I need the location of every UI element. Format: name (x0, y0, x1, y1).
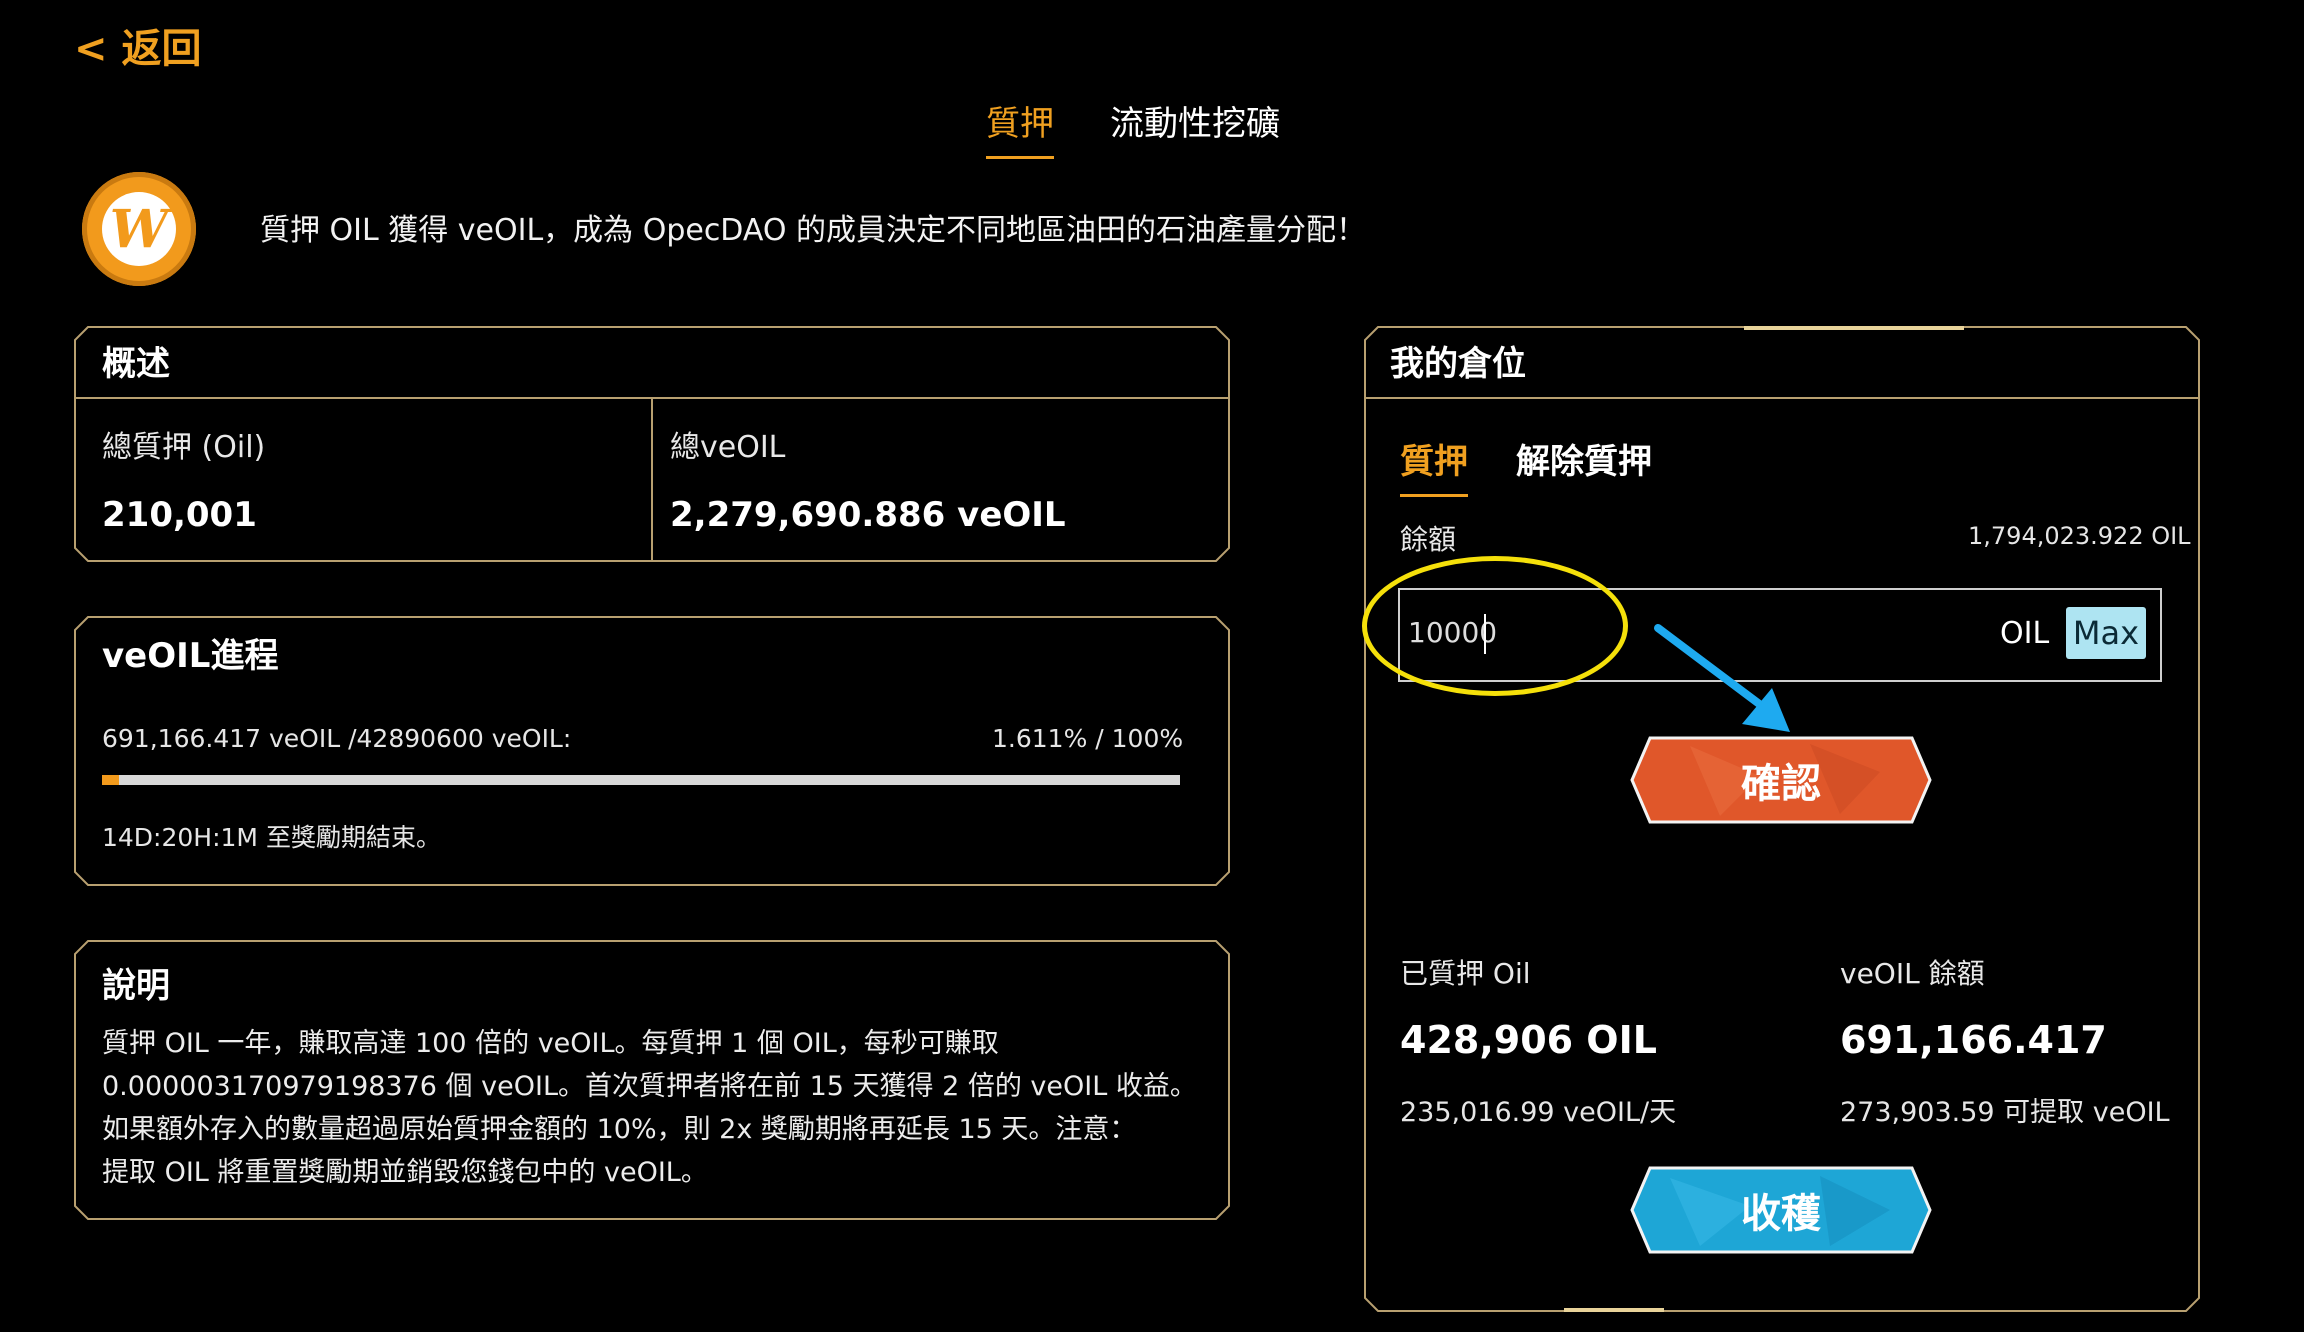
confirm-button[interactable]: 確認 (1630, 736, 1932, 824)
input-unit-label: OIL (2000, 616, 2050, 651)
description-line: 如果額外存入的數量超過原始質押金額的 10%，則 2x 獎勵期將再延長 15 天… (102, 1114, 1137, 1145)
description-line: 提取 OIL 將重置獎勵期並銷毀您錢包中的 veOIL。 (102, 1157, 708, 1188)
confirm-button-label: 確認 (1741, 761, 1821, 807)
staked-value: 428,906 OIL (1400, 1018, 1657, 1062)
description-line: 質押 OIL 一年，賺取高達 100 倍的 veOIL。每質押 1 個 OIL，… (102, 1028, 999, 1059)
progress-amount: 691,166.417 veOIL /42890600 veOIL: (102, 724, 572, 753)
harvest-button-label: 收穫 (1741, 1191, 1821, 1237)
description-title: 說明 (102, 966, 170, 1006)
description-text: 質押 OIL 一年，賺取高達 100 倍的 veOIL。每質押 1 個 OIL，… (102, 1022, 1212, 1194)
total-staked-label: 總質押 (Oil) (102, 430, 266, 465)
balance-label: 餘額 (1400, 523, 1457, 556)
overview-title: 概述 (102, 344, 170, 384)
progress-percent: 1.611% / 100% (992, 724, 1184, 753)
veoil-balance-label: veOIL 餘額 (1840, 957, 1985, 990)
total-veoil-label: 總veOIL (670, 430, 786, 465)
highlight-ellipse-annotation (1362, 556, 1628, 696)
balance-value: 1,794,023.922 OIL (1968, 522, 2191, 550)
progress-bar (102, 775, 1180, 785)
total-veoil-value: 2,279,690.886 veOIL (670, 495, 1066, 535)
description-line: 0.000003170979198376 個 veOIL。首次質押者將在前 15… (102, 1071, 1197, 1102)
progress-bar-fill (102, 775, 120, 785)
tab-liquidity-mining[interactable]: 流動性挖礦 (1110, 96, 1280, 145)
sub-tab-unstake[interactable]: 解除質押 (1516, 434, 1652, 483)
arrow-down-right-icon (1654, 624, 1790, 732)
progress-title: veOIL進程 (102, 636, 279, 676)
max-button[interactable]: Max (2066, 607, 2146, 659)
countdown-text: 14D:20H:1M 至獎勵期結束。 (102, 823, 441, 852)
position-title: 我的倉位 (1390, 344, 1526, 384)
harvest-button[interactable]: 收穫 (1630, 1166, 1932, 1254)
staked-label: 已質押 Oil (1400, 957, 1531, 990)
logo-mark: W (102, 192, 176, 266)
total-staked-value: 210,001 (102, 495, 257, 535)
veoil-balance-value: 691,166.417 (1840, 1018, 2107, 1062)
tab-stake[interactable]: 質押 (986, 96, 1054, 159)
w-coin-logo: W (82, 172, 196, 286)
claimable-text: 273,903.59 可提取 veOIL (1840, 1097, 2170, 1128)
sub-tab-stake[interactable]: 質押 (1400, 434, 1468, 497)
back-button[interactable]: < 返回 (74, 16, 201, 74)
staked-rate: 235,016.99 veOIL/天 (1400, 1097, 1677, 1128)
intro-text: 質押 OIL 獲得 veOIL，成為 OpecDAO 的成員決定不同地區油田的石… (260, 213, 1367, 248)
